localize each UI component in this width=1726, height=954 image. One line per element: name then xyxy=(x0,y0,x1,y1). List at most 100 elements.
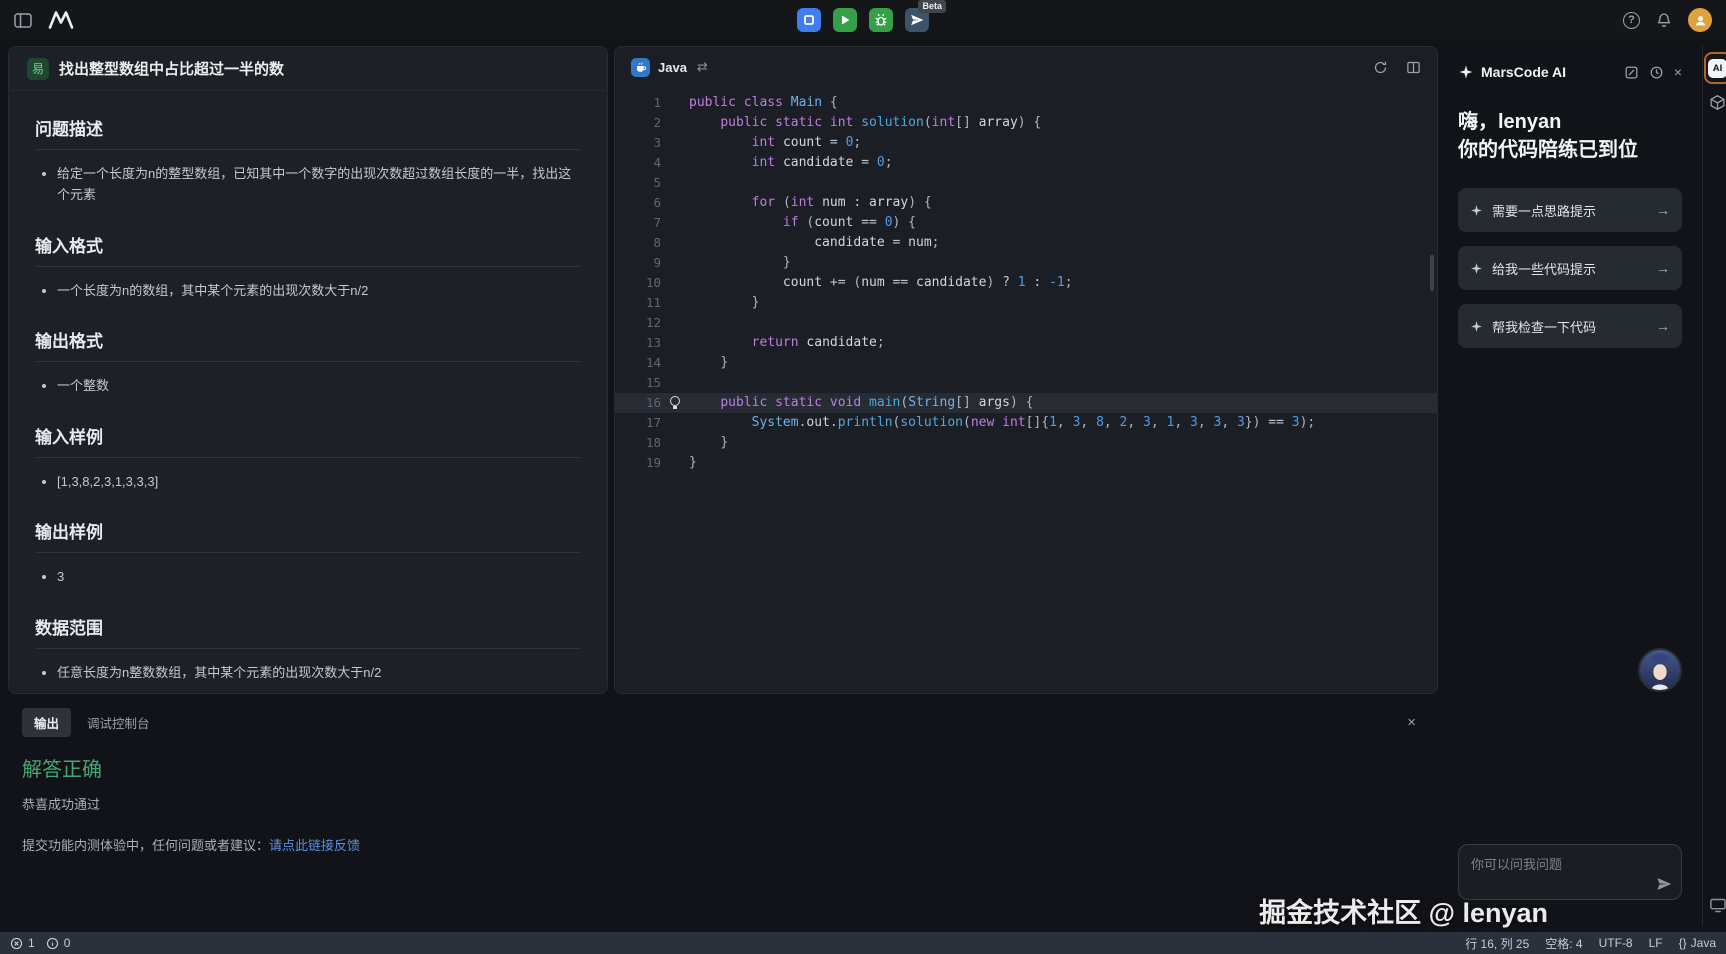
line-number: 15 xyxy=(615,373,661,393)
submit-button[interactable]: Beta xyxy=(905,8,929,32)
tab-debug-console[interactable]: 调试控制台 xyxy=(87,713,150,732)
suggestion-hint-button[interactable]: 需要一点思路提示 → xyxy=(1458,188,1682,232)
code-line[interactable]: 15 xyxy=(615,373,1437,393)
section-list: 一个整数 xyxy=(35,375,581,396)
line-number: 4 xyxy=(615,153,661,173)
code-line[interactable]: 13 return candidate; xyxy=(615,333,1437,353)
split-view-icon[interactable] xyxy=(1406,60,1421,75)
section-item: 给定一个长度为n的整型数组，已知其中一个数字的出现次数超过数组长度的一半，找出这… xyxy=(57,163,581,206)
greeting-line-1: 嗨，lenyan xyxy=(1458,108,1682,136)
sidebar-toggle-icon[interactable] xyxy=(14,13,32,28)
code-text: System.out.println(solution(new int[]{1,… xyxy=(661,413,1315,433)
code-line[interactable]: 11 } xyxy=(615,293,1437,313)
stop-button[interactable] xyxy=(797,8,821,32)
editor-panel: Java ⇄ 1public class Main {2 pu xyxy=(614,46,1438,694)
arrow-icon: → xyxy=(1656,202,1670,218)
code-text: public class Main { xyxy=(661,93,838,113)
code-line[interactable]: 10 count += (num == candidate) ? 1 : -1; xyxy=(615,273,1437,293)
code-line[interactable]: 12 xyxy=(615,313,1437,333)
line-number: 16 xyxy=(615,393,661,413)
code-line[interactable]: 9 } xyxy=(615,253,1437,273)
code-line[interactable]: 6 for (int num : array) { xyxy=(615,193,1437,213)
code-line[interactable]: 2 public static int solution(int[] array… xyxy=(615,113,1437,133)
help-icon[interactable]: ? xyxy=(1623,12,1640,29)
bug-icon xyxy=(874,13,888,27)
suggestion-code-hint-button[interactable]: 给我一些代码提示 → xyxy=(1458,246,1682,290)
suggestion-label: 帮我检查一下代码 xyxy=(1492,317,1596,336)
switch-language-icon[interactable]: ⇄ xyxy=(697,59,708,75)
greeting-line-2: 你的代码陪练已到位 xyxy=(1458,136,1682,164)
close-ai-panel-icon[interactable]: × xyxy=(1674,64,1682,80)
extension-icon[interactable] xyxy=(1709,94,1726,111)
code-text: for (int num : array) { xyxy=(661,193,932,213)
section-heading: 输出样例 xyxy=(35,518,581,553)
run-button[interactable] xyxy=(833,8,857,32)
section-list: 给定一个长度为n的整型数组，已知其中一个数字的出现次数超过数组长度的一半，找出这… xyxy=(35,163,581,206)
encoding-setting[interactable]: UTF-8 xyxy=(1599,936,1633,950)
code-editor[interactable]: 1public class Main {2 public static int … xyxy=(615,87,1437,473)
arrow-icon: → xyxy=(1656,318,1670,334)
marscode-logo[interactable] xyxy=(48,11,74,29)
line-number: 9 xyxy=(615,253,661,273)
editor-scrollbar[interactable] xyxy=(1430,255,1434,291)
tab-output[interactable]: 输出 xyxy=(22,708,71,737)
problem-section: 输出格式 一个整数 xyxy=(35,327,581,396)
feedback-link[interactable]: 请点此链接反馈 xyxy=(269,838,360,853)
code-line[interactable]: 17 System.out.println(solution(new int[]… xyxy=(615,413,1437,433)
code-line[interactable]: 16 public static void main(String[] args… xyxy=(615,393,1437,413)
error-icon xyxy=(10,937,23,950)
lightbulb-icon[interactable] xyxy=(670,396,680,406)
error-count: 1 xyxy=(28,936,35,950)
line-number: 7 xyxy=(615,213,661,233)
suggestion-check-code-button[interactable]: 帮我检查一下代码 → xyxy=(1458,304,1682,348)
code-lines: 1public class Main {2 public static int … xyxy=(615,93,1437,473)
output-tabs: 输出 调试控制台 × xyxy=(22,708,1422,737)
problems-indicator[interactable]: 1 0 xyxy=(10,936,76,950)
line-number: 8 xyxy=(615,233,661,253)
console-toggle-icon[interactable] xyxy=(1709,898,1726,918)
indent-setting[interactable]: 空格: 4 xyxy=(1545,935,1582,952)
new-chat-icon[interactable] xyxy=(1624,65,1639,80)
code-line[interactable]: 4 int candidate = 0; xyxy=(615,153,1437,173)
code-text: public static int solution(int[] array) … xyxy=(661,113,1041,133)
reset-code-icon[interactable] xyxy=(1373,60,1388,75)
line-number: 19 xyxy=(615,453,661,473)
send-message-icon[interactable] xyxy=(1656,876,1672,892)
code-line[interactable]: 18 } xyxy=(615,433,1437,453)
feedback-line: 提交功能内测体验中，任何问题或者建议：请点此链接反馈 xyxy=(22,835,1422,854)
assistant-avatar[interactable] xyxy=(1638,648,1682,692)
result-status: 解答正确 xyxy=(22,753,1422,782)
history-icon[interactable] xyxy=(1649,65,1664,80)
line-number: 5 xyxy=(615,173,661,193)
language-mode[interactable]: {} Java xyxy=(1679,936,1716,950)
braces-icon: {} xyxy=(1679,936,1687,950)
code-line[interactable]: 3 int count = 0; xyxy=(615,133,1437,153)
code-line[interactable]: 1public class Main { xyxy=(615,93,1437,113)
cursor-position[interactable]: 行 16, 列 25 xyxy=(1465,935,1529,952)
code-line[interactable]: 5 xyxy=(615,173,1437,193)
user-avatar[interactable] xyxy=(1688,8,1712,32)
line-number: 11 xyxy=(615,293,661,313)
section-list: 一个长度为n的数组，其中某个元素的出现次数大于n/2 xyxy=(35,280,581,301)
ai-question-input[interactable] xyxy=(1471,854,1669,890)
ai-assistant-entry-button[interactable]: AI xyxy=(1704,52,1726,84)
code-line[interactable]: 8 candidate = num; xyxy=(615,233,1437,253)
close-output-icon[interactable]: × xyxy=(1407,714,1422,731)
eol-setting[interactable]: LF xyxy=(1649,936,1663,950)
suggestion-label: 给我一些代码提示 xyxy=(1492,259,1596,278)
topbar: Beta ? xyxy=(0,0,1726,40)
debug-button[interactable] xyxy=(869,8,893,32)
section-list: [1,3,8,2,3,1,3,3,3] xyxy=(35,471,581,492)
code-line[interactable]: 14 } xyxy=(615,353,1437,373)
problem-content[interactable]: 问题描述 给定一个长度为n的整型数组，已知其中一个数字的出现次数超过数组长度的一… xyxy=(9,91,607,693)
line-number: 14 xyxy=(615,353,661,373)
bell-icon[interactable] xyxy=(1656,12,1672,28)
section-item: 3 xyxy=(57,566,581,587)
line-number: 13 xyxy=(615,333,661,353)
code-line[interactable]: 7 if (count == 0) { xyxy=(615,213,1437,233)
code-text: candidate = num; xyxy=(661,233,939,253)
code-line[interactable]: 19} xyxy=(615,453,1437,473)
tab-java[interactable]: Java xyxy=(658,60,687,75)
ai-entry-icon: AI xyxy=(1708,59,1726,78)
code-text: int candidate = 0; xyxy=(661,153,893,173)
